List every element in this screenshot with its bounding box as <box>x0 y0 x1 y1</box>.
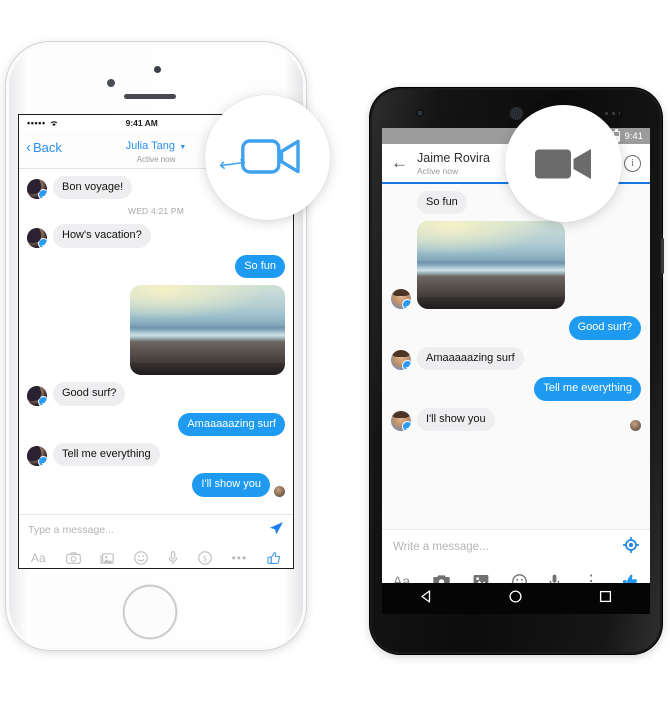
power-button[interactable] <box>661 238 664 274</box>
message-row-incoming: I'll show you <box>391 407 641 432</box>
avatar <box>27 385 47 406</box>
message-bubble[interactable]: I'll show you <box>417 407 495 432</box>
contact-name: Julia Tang <box>125 140 175 152</box>
message-bubble[interactable]: So fun <box>417 191 467 215</box>
message-input-placeholder[interactable]: Write a message... <box>393 541 623 553</box>
android-composer[interactable]: Write a message... <box>382 529 650 564</box>
microphone-icon[interactable] <box>168 550 178 565</box>
android-message-thread[interactable]: So fun Good surf? Amaaaaazing surf Tell … <box>382 183 650 529</box>
message-row-incoming: Tell me everything <box>27 443 285 467</box>
thumbs-up-icon[interactable] <box>267 551 281 565</box>
message-bubble[interactable]: Tell me everything <box>534 377 641 401</box>
beach-photo-attachment[interactable] <box>417 221 565 310</box>
messenger-badge-icon <box>402 421 411 432</box>
android-clock: 9:41 <box>624 130 644 142</box>
photo-gallery-icon[interactable] <box>100 552 115 564</box>
avatar <box>391 289 411 310</box>
seen-avatar <box>630 420 641 432</box>
android-system-nav[interactable] <box>382 583 650 614</box>
messenger-badge-icon <box>402 360 411 371</box>
messenger-badge-icon <box>38 395 47 406</box>
message-bubble[interactable]: Tell me everything <box>53 443 160 467</box>
message-row-outgoing: I'll show you <box>27 473 285 497</box>
ios-message-thread[interactable]: Bon voyage! WED 4:21 PM How's vacation? … <box>19 169 293 514</box>
messenger-badge-icon <box>402 299 411 310</box>
front-camera-icon <box>107 79 115 87</box>
message-row-incoming: Good surf? <box>27 382 285 406</box>
svg-text:$: $ <box>203 554 207 563</box>
message-row-outgoing: So fun <box>27 254 285 279</box>
message-bubble[interactable]: Bon voyage! <box>53 176 133 200</box>
magnifier-video-call-android <box>505 105 622 222</box>
message-row-outgoing-photo <box>27 285 285 376</box>
wifi-icon <box>50 120 57 126</box>
signal-dots-icon: ••••• <box>27 117 46 128</box>
message-row-outgoing: Amaaaaazing surf <box>27 412 285 437</box>
message-bubble[interactable]: How's vacation? <box>53 224 151 248</box>
text-format-icon[interactable]: Aa <box>31 551 46 565</box>
more-options-icon[interactable]: ••• <box>232 551 248 565</box>
earpiece-speaker <box>124 94 176 99</box>
info-circle-icon[interactable]: i <box>624 154 641 172</box>
message-row-outgoing: Good surf? <box>391 316 641 340</box>
home-button[interactable] <box>123 585 177 639</box>
message-bubble[interactable]: Amaaaaazing surf <box>417 346 524 371</box>
beach-photo-attachment[interactable] <box>130 285 285 376</box>
avatar <box>391 350 411 371</box>
front-camera-icon <box>416 109 424 117</box>
seen-avatar <box>274 485 285 497</box>
message-bubble[interactable]: I'll show you <box>192 473 270 497</box>
location-target-icon[interactable] <box>622 536 640 558</box>
video-camera-outline-icon[interactable] <box>241 137 301 177</box>
messenger-badge-icon <box>38 237 47 248</box>
message-bubble[interactable]: So fun <box>235 254 285 279</box>
avatar <box>27 446 47 467</box>
messenger-badge-icon <box>38 189 47 200</box>
video-camera-filled-icon[interactable] <box>535 145 593 183</box>
avatar <box>27 179 47 200</box>
caret-down-icon: ▼ <box>179 144 187 151</box>
message-bubble[interactable]: Amaaaaazing surf <box>178 412 285 437</box>
avatar <box>391 411 411 432</box>
message-bubble[interactable]: Good surf? <box>53 382 126 406</box>
message-input-placeholder[interactable]: Type a message... <box>28 524 268 536</box>
payment-dollar-icon[interactable]: $ <box>198 550 212 565</box>
message-row-incoming: How's vacation? <box>27 224 285 248</box>
message-row-incoming: Amaaaaazing surf <box>391 346 641 371</box>
magnifier-video-call-ios: ⟷ <box>205 95 330 220</box>
nav-back-icon[interactable] <box>419 589 434 609</box>
send-arrow-icon[interactable] <box>268 520 284 541</box>
ios-attachment-toolbar[interactable]: Aa $ ••• <box>19 545 293 568</box>
arrow-left-icon[interactable]: ← <box>391 153 413 173</box>
sticker-smiley-icon[interactable] <box>134 550 148 565</box>
message-row-outgoing: Tell me everything <box>391 377 641 401</box>
nav-home-icon[interactable] <box>508 589 523 609</box>
message-row-incoming-photo <box>391 221 641 310</box>
message-bubble[interactable]: Good surf? <box>568 316 641 340</box>
avatar <box>27 227 47 248</box>
ios-composer[interactable]: Type a message... <box>19 514 293 545</box>
nav-recents-icon[interactable] <box>598 589 613 609</box>
camera-icon[interactable] <box>65 551 81 564</box>
messenger-badge-icon <box>38 456 47 467</box>
proximity-sensor-icon <box>154 66 161 73</box>
